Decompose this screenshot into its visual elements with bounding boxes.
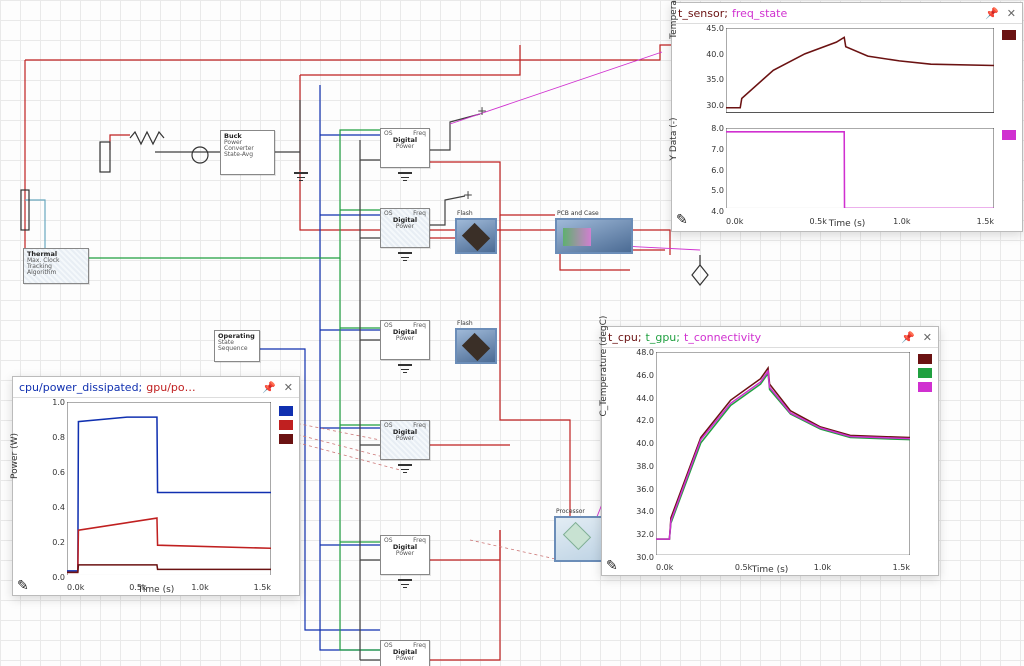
digital-power-block-4[interactable]: OSFreq Digital Power	[380, 420, 430, 460]
ground-icon	[398, 364, 412, 376]
y-ticks: 45.040.035.030.0	[698, 24, 724, 110]
processor-label: Processor	[556, 508, 585, 515]
pcb-case-block[interactable]: PCB and Case	[555, 218, 633, 254]
y-ticks: 48.046.044.042.040.038.036.034.032.030.0	[628, 348, 654, 562]
digital-sub: Power	[384, 144, 426, 150]
digital-power-block-2[interactable]: OSFreq Digital Power	[380, 208, 430, 248]
flash-label: Flash	[457, 320, 473, 327]
pencil-icon[interactable]: ✎	[17, 578, 29, 594]
panel-title-a: t_cpu;	[608, 331, 642, 344]
pin-icon[interactable]: 📌	[901, 331, 915, 344]
x-axis-label: Time (s)	[829, 219, 866, 229]
flash-block-2[interactable]: Flash	[455, 328, 497, 364]
operating-sub2: Sequence	[218, 346, 256, 352]
legend	[1002, 30, 1016, 40]
sum-node-icon: +	[476, 106, 488, 118]
y-axis-label: Y Data (-)	[669, 118, 679, 161]
panel-title-a: t_sensor;	[678, 7, 728, 20]
ground-icon	[398, 172, 412, 184]
panel-title-a: cpu/power_dissipated;	[19, 381, 142, 394]
power-dissipated-chart	[67, 402, 271, 575]
digital-power-block-3[interactable]: OSFreq Digital Power	[380, 320, 430, 360]
model-canvas[interactable]: Buck Power Converter State-Avg Thermal M…	[0, 0, 1024, 666]
buck-converter-block[interactable]: Buck Power Converter State-Avg	[220, 130, 275, 175]
digital-power-block-1[interactable]: OSFreq Digital Power	[380, 128, 430, 168]
tsensor-panel[interactable]: t_sensor; freq_state 📌 ✕ Temperature (de…	[671, 2, 1023, 232]
flash-block-1[interactable]: Flash	[455, 218, 497, 254]
digital-power-block-6[interactable]: OSFreq Digital Power	[380, 640, 430, 666]
pin-icon[interactable]: 📌	[985, 7, 999, 20]
freqstate-chart	[726, 128, 994, 208]
close-icon[interactable]: ✕	[1007, 7, 1016, 20]
tsensor-chart	[726, 28, 994, 113]
ground-icon	[294, 172, 308, 184]
tcpu-panel[interactable]: t_cpu; t_gpu; t_connectivity 📌 ✕ C_Tempe…	[601, 326, 939, 576]
thermal-sub3: Algorithm	[27, 270, 85, 276]
legend	[1002, 130, 1016, 140]
y-ticks: 8.07.06.05.04.0	[698, 124, 724, 216]
x-axis-label: Time (s)	[138, 585, 175, 595]
ground-icon	[398, 464, 412, 476]
digital-power-block-5[interactable]: OSFreq Digital Power	[380, 535, 430, 575]
flash-label: Flash	[457, 210, 473, 217]
pencil-icon[interactable]: ✎	[606, 558, 618, 574]
panel-title-b: freq_state	[732, 7, 787, 20]
operating-block[interactable]: Operating State Sequence	[214, 330, 260, 362]
pin-icon[interactable]: 📌	[262, 381, 276, 394]
tcpu-chart	[656, 352, 910, 555]
pencil-icon[interactable]: ✎	[676, 212, 688, 228]
buck-sub3: State-Avg	[224, 152, 271, 158]
ground-icon	[398, 252, 412, 264]
panel-header[interactable]: t_cpu; t_gpu; t_connectivity 📌 ✕	[602, 327, 938, 348]
panel-title-b: t_gpu;	[646, 331, 680, 344]
processor-block[interactable]: Processor	[554, 516, 608, 562]
panel-header[interactable]: t_sensor; freq_state 📌 ✕	[672, 3, 1022, 24]
x-axis-label: Time (s)	[752, 565, 789, 575]
panel-header[interactable]: cpu/power_dissipated; gpu/po… 📌 ✕	[13, 377, 299, 398]
ground-icon	[398, 579, 412, 591]
close-icon[interactable]: ✕	[923, 331, 932, 344]
legend	[279, 406, 293, 444]
y-axis-label: Power (W)	[10, 433, 20, 479]
y-axis-label: C_Temperature (degC)	[599, 316, 609, 417]
sum-node-icon: +	[462, 190, 474, 202]
pcb-label: PCB and Case	[557, 210, 599, 217]
panel-title-c: t_connectivity	[684, 331, 761, 344]
y-axis-label: Temperature (deg	[669, 0, 679, 39]
y-ticks: 1.00.80.60.40.20.0	[39, 398, 65, 582]
digital-os: OS	[384, 131, 393, 137]
legend	[918, 354, 932, 392]
close-icon[interactable]: ✕	[284, 381, 293, 394]
panel-title-b: gpu/po…	[146, 381, 195, 394]
thermal-block[interactable]: Thermal Max. Clock Tracking Algorithm	[23, 248, 89, 284]
power-dissipated-panel[interactable]: cpu/power_dissipated; gpu/po… 📌 ✕ Power …	[12, 376, 300, 596]
